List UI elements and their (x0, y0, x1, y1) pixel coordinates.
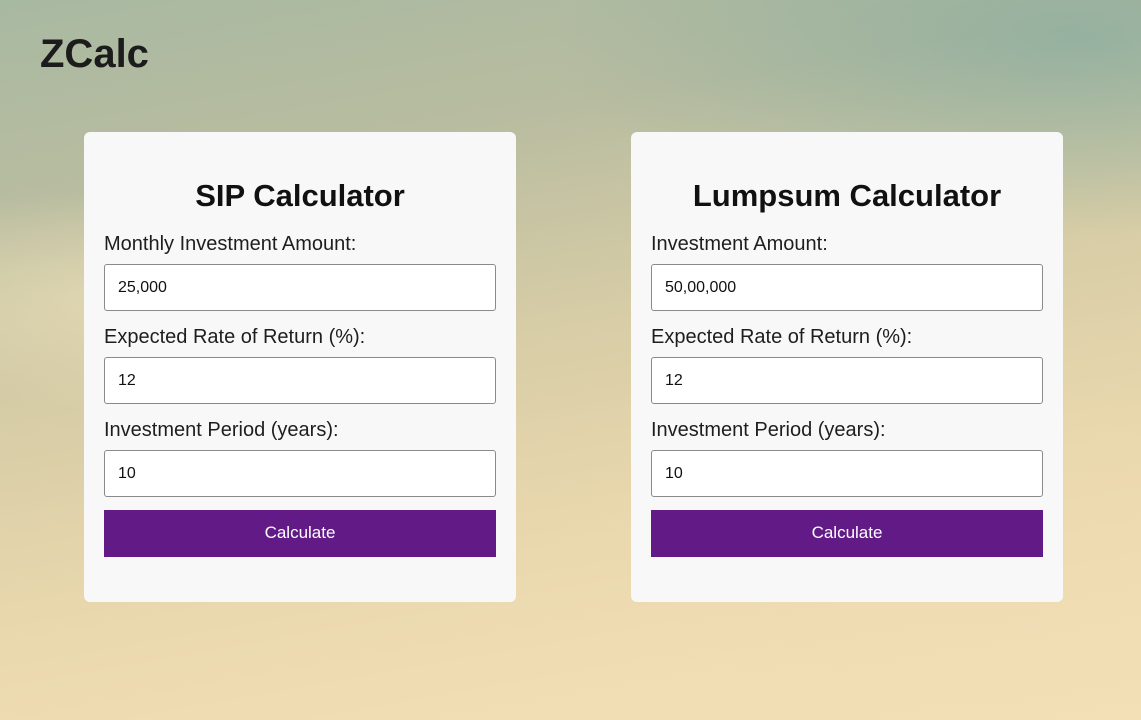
sip-calculator-card: SIP Calculator Monthly Investment Amount… (84, 132, 516, 602)
sip-calculator-title: SIP Calculator (195, 178, 405, 213)
sip-calculate-button[interactable]: Calculate (104, 510, 496, 557)
sip-investment-period-input[interactable] (104, 450, 496, 497)
lumpsum-investment-period-input[interactable] (651, 450, 1043, 497)
sip-monthly-investment-input[interactable] (104, 264, 496, 311)
sip-rate-of-return-input[interactable] (104, 357, 496, 404)
lumpsum-rate-of-return-label: Expected Rate of Return (%): (651, 326, 913, 348)
sip-monthly-investment-label: Monthly Investment Amount: (104, 233, 357, 255)
app-title: ZCalc (40, 32, 149, 76)
lumpsum-investment-period-label: Investment Period (years): (651, 419, 886, 441)
sip-rate-of-return-label: Expected Rate of Return (%): (104, 326, 366, 348)
lumpsum-calculate-button[interactable]: Calculate (651, 510, 1043, 557)
lumpsum-calculator-card: Lumpsum Calculator Investment Amount: Ex… (631, 132, 1063, 602)
lumpsum-rate-of-return-input[interactable] (651, 357, 1043, 404)
lumpsum-investment-amount-label: Investment Amount: (651, 233, 828, 255)
sip-investment-period-label: Investment Period (years): (104, 419, 339, 441)
lumpsum-calculator-title: Lumpsum Calculator (692, 178, 1002, 213)
lumpsum-investment-amount-input[interactable] (651, 264, 1043, 311)
